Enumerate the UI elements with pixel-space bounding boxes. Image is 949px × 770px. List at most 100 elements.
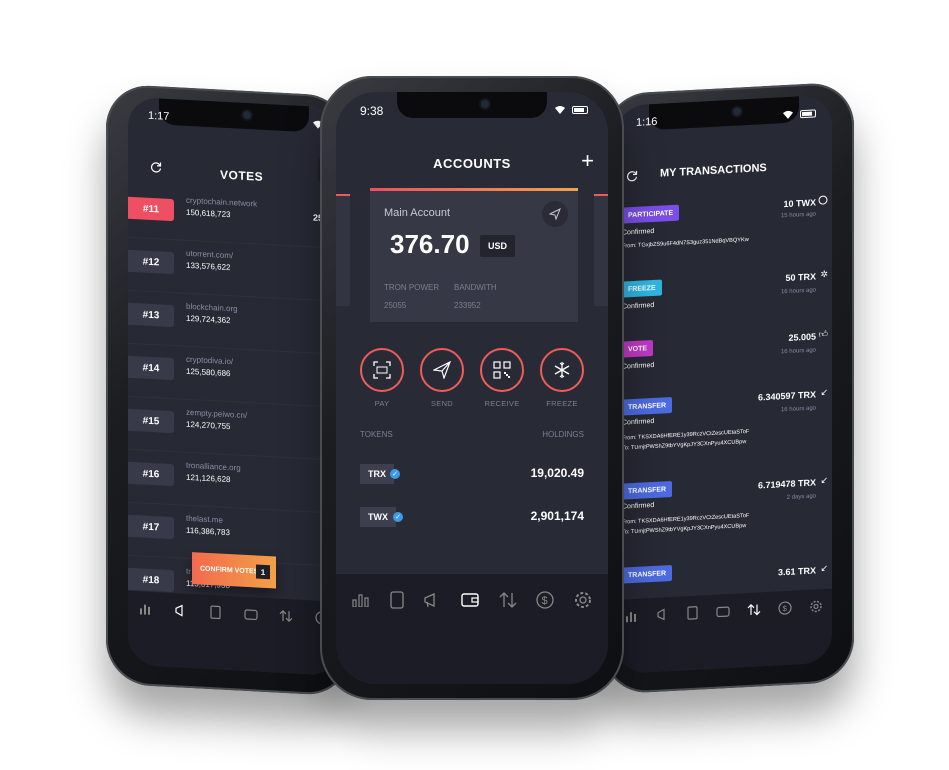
- verified-icon: ✓: [390, 469, 400, 479]
- tx-type-badge: PARTICIPATE: [622, 204, 680, 224]
- phone-right: 1:16 MY TRANSACTIONS PARTICIPATE Confirm…: [604, 81, 854, 695]
- tx-amount: 6.719478 TRX: [757, 477, 816, 491]
- confirm-votes-label: CONFIRM VOTES: [200, 565, 259, 576]
- tx-time: 16 hours ago: [780, 405, 816, 414]
- document-icon[interactable]: [210, 605, 222, 620]
- arrow-down-left-icon: ↙: [820, 386, 828, 398]
- token-row[interactable]: TWX ✓ 2,901,174: [360, 507, 584, 529]
- wallet-icon[interactable]: [244, 608, 258, 621]
- page-title: VOTES: [220, 167, 264, 184]
- scan-icon: [360, 348, 404, 392]
- transfer-arrows-icon[interactable]: [499, 592, 517, 608]
- tx-status: Confirmed: [622, 501, 655, 511]
- tron-power-value: 25055: [384, 301, 407, 310]
- list-item[interactable]: FREEZE Confirmed 50 TRX ✲ 16 hours ago: [616, 267, 832, 338]
- qr-code-icon: [480, 348, 524, 392]
- transactions-screen: 1:16 MY TRANSACTIONS PARTICIPATE Confirm…: [616, 94, 832, 674]
- dollar-icon[interactable]: $: [778, 601, 792, 616]
- vote-name: tr: [186, 566, 191, 577]
- wallet-icon[interactable]: [461, 592, 479, 608]
- tokens-header: TOKENS HOLDINGS: [360, 430, 584, 439]
- tx-amount: 10 TWX: [783, 197, 816, 210]
- vote-name: utorrent.com/: [186, 248, 234, 261]
- arrow-down-left-icon: ↙: [820, 562, 828, 574]
- add-account-button[interactable]: +: [581, 150, 594, 172]
- tx-from: From: TGxjbZS9u6F4dN7S3guz351NdBqVBQYKw: [622, 236, 749, 250]
- refresh-icon[interactable]: [150, 160, 162, 179]
- send-icon[interactable]: [542, 201, 568, 227]
- tx-amount: 3.61 TRX: [777, 565, 816, 578]
- tx-status: Confirmed: [622, 361, 655, 371]
- votes-screen: 1:17 VOTES 1 #11 cryptochain.network 150…: [128, 96, 340, 676]
- tokens-label: TOKENS: [360, 430, 393, 439]
- token-row[interactable]: TRX ✓ 19,020.49: [360, 464, 584, 486]
- list-item[interactable]: TRANSFER Confirmed 6.719478 TRX ↙ 2 days…: [616, 469, 832, 560]
- vote-count: 129,724,362: [186, 313, 231, 326]
- vote-name: thelast.me: [186, 513, 223, 525]
- rank-badge: #17: [128, 514, 174, 540]
- vote-count: 124,270,755: [186, 419, 231, 432]
- list-item[interactable]: TRANSFER Confirmed 6.340597 TRX ↙ 16 hou…: [616, 385, 832, 476]
- phone-center: 9:38 ACCOUNTS + Main Account 376.70 USD …: [320, 76, 624, 700]
- tx-time: 15 hours ago: [780, 211, 816, 220]
- battery-icon: [572, 105, 588, 114]
- send-label: SEND: [430, 399, 454, 408]
- bandwidth-value: 233952: [454, 301, 481, 310]
- account-card[interactable]: Main Account 376.70 USD TRON POWER BANDW…: [370, 188, 578, 322]
- send-button[interactable]: SEND: [418, 348, 466, 408]
- tx-amount: 50 TRX: [785, 271, 816, 284]
- tx-amount: 6.340597 TRX: [757, 389, 816, 403]
- chart-icon[interactable]: [139, 602, 153, 615]
- rank-badge: #14: [128, 355, 174, 381]
- vote-name: cryptodiva.io/: [186, 354, 234, 367]
- wallet-icon[interactable]: [716, 605, 730, 618]
- document-icon[interactable]: [687, 606, 699, 621]
- receive-button[interactable]: RECEIVE: [478, 348, 526, 408]
- dollar-icon[interactable]: $: [536, 591, 555, 609]
- document-icon[interactable]: [389, 591, 404, 609]
- gear-icon[interactable]: [574, 591, 592, 609]
- chart-icon[interactable]: [625, 610, 639, 623]
- tx-type-badge: VOTE: [622, 339, 654, 358]
- verified-icon: ✓: [393, 512, 403, 522]
- token-symbol: TWX: [360, 507, 396, 527]
- tx-status: Confirmed: [622, 417, 655, 427]
- arrow-down-left-icon: ↙: [820, 474, 828, 486]
- tx-amount: 25.005: [788, 331, 816, 343]
- vote-count: 125,580,686: [186, 366, 231, 379]
- snowflake-icon: [540, 348, 584, 392]
- megaphone-icon[interactable]: [656, 608, 670, 621]
- list-item[interactable]: PARTICIPATE Confirmed 10 TWX 15 hours ag…: [616, 187, 832, 268]
- wifi-icon: [782, 110, 794, 120]
- next-card-peek[interactable]: [594, 194, 608, 306]
- freeze-label: FREEZE: [546, 399, 578, 408]
- token-holding: 2,901,174: [530, 509, 584, 523]
- rank-badge: #15: [128, 408, 174, 434]
- tx-type-badge: TRANSFER: [622, 396, 673, 416]
- prev-card-peek[interactable]: [336, 194, 350, 306]
- megaphone-icon[interactable]: [174, 604, 188, 617]
- tx-status: Confirmed: [622, 227, 655, 237]
- chart-icon[interactable]: [352, 593, 370, 607]
- gear-icon[interactable]: [809, 599, 823, 614]
- refresh-icon[interactable]: [626, 169, 638, 188]
- rank-badge: #18: [128, 567, 174, 593]
- status-bar: 9:38: [336, 104, 608, 120]
- vote-count: 133,576,622: [186, 260, 231, 273]
- tron-power-label: TRON POWER: [384, 283, 440, 292]
- megaphone-icon[interactable]: [423, 592, 441, 608]
- paper-plane-icon: [420, 348, 464, 392]
- vote-name: zempty.peiwo.cn/: [186, 407, 248, 421]
- transfer-arrows-icon[interactable]: [279, 610, 293, 623]
- currency-badge[interactable]: USD: [480, 235, 516, 257]
- tab-bar: $: [128, 590, 340, 676]
- pay-button[interactable]: PAY: [358, 348, 406, 408]
- transfer-arrows-icon[interactable]: [747, 603, 761, 616]
- snowflake-icon: ✲: [820, 268, 828, 280]
- tab-bar: $: [336, 574, 608, 684]
- rank-badge: #11: [128, 196, 174, 222]
- freeze-button[interactable]: FREEZE: [538, 348, 586, 408]
- confirm-votes-button[interactable]: CONFIRM VOTES 1: [192, 552, 276, 589]
- pay-label: PAY: [374, 399, 390, 408]
- rank-badge: #12: [128, 249, 174, 275]
